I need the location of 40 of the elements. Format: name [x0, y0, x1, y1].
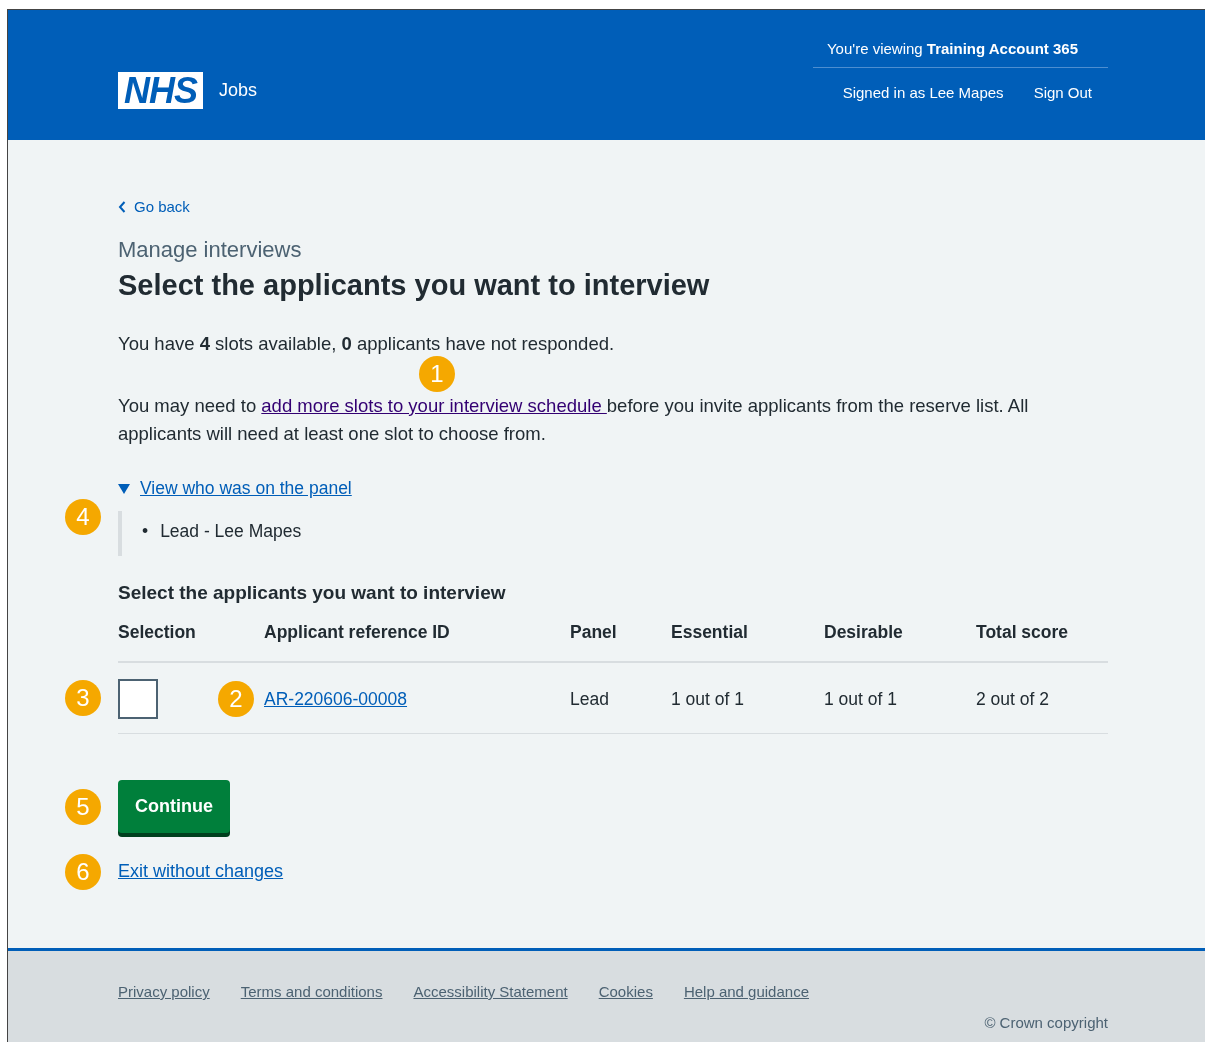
callout-badge: 4	[65, 499, 101, 535]
callout-badge: 6	[65, 853, 101, 890]
callout-badge: 2	[218, 681, 254, 717]
service-name: Jobs	[219, 80, 258, 101]
slots-summary-text: You have 4 slots available, 0 applicants have not responded.	[118, 332, 616, 356]
table-caption: Select the applicants you want to interview	[118, 582, 507, 604]
table-cell-text: Lead	[570, 688, 610, 710]
column-header: Panel	[570, 622, 618, 643]
panel-member-item: Lead - Lee Mapes	[160, 521, 302, 542]
column-header: Essential	[671, 622, 749, 643]
back-link[interactable]: Go back	[118, 198, 190, 215]
selection-checkbox[interactable]	[118, 679, 158, 719]
panel-toggle-link[interactable]: View who was on the panel	[140, 478, 352, 499]
footer-link[interactable]: Cookies	[598, 983, 653, 1000]
account-text: You're viewing Training Account 365	[813, 10, 1108, 68]
sign-out-link[interactable]: Sign Out	[1033, 84, 1092, 101]
footer-link[interactable]: Privacy policy	[118, 983, 210, 1000]
page-caption: Manage interviews	[118, 237, 303, 263]
footer-link[interactable]: Help and guidance	[683, 983, 809, 1000]
copyright-text: © Crown copyright	[983, 1014, 1108, 1031]
chevron-left-icon	[118, 200, 126, 213]
exit-link[interactable]: Exit without changes	[118, 861, 284, 881]
callout-badge: 3	[65, 680, 101, 716]
signed-in-text: Signed in as Lee Mapes	[842, 84, 1004, 101]
footer-link[interactable]: Accessibility Statement	[413, 983, 568, 1000]
schedule-link[interactable]: add more slots to your interview schedule	[261, 395, 607, 416]
table-cell-text: 2 out of 2	[976, 688, 1050, 710]
footer-link[interactable]: Terms and conditions	[240, 983, 383, 1000]
page-title: Select the applicants you want to interview	[118, 269, 711, 302]
column-header: Desirable	[824, 622, 904, 643]
callout-badge: 5	[65, 788, 101, 825]
applicant-id-link[interactable]: AR-220606-00008	[264, 688, 408, 709]
table-cell-text: 1 out of 1	[824, 688, 898, 710]
bullet-mark: •	[142, 521, 149, 542]
column-header: Selection	[118, 622, 197, 643]
table-cell-text: 1 out of 1	[671, 688, 745, 710]
nhs-logo[interactable]: NHS	[118, 72, 203, 109]
column-header: Total score	[976, 622, 1070, 643]
column-header: Applicant reference ID	[264, 622, 451, 643]
callout-badge: 1	[419, 356, 455, 392]
